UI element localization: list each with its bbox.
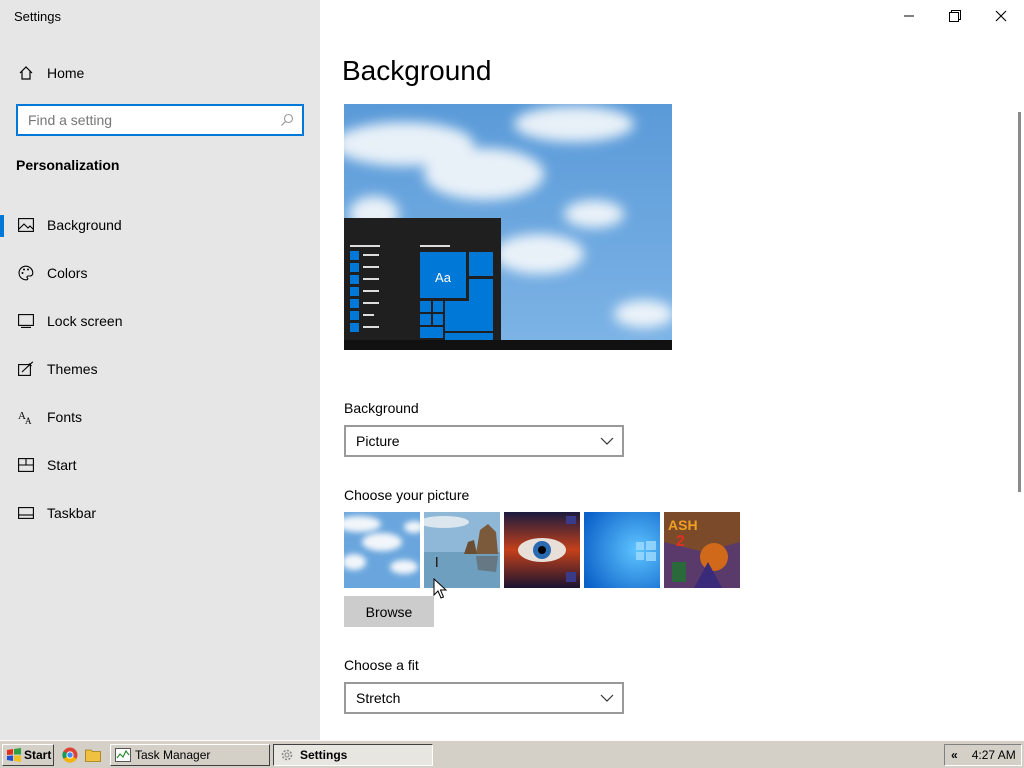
svg-text:A: A [25, 416, 32, 425]
svg-text:2: 2 [676, 533, 685, 550]
windows-flag-icon [7, 748, 21, 762]
picture-thumbnail-clouds[interactable] [344, 512, 420, 588]
choose-picture-label: Choose your picture [344, 487, 470, 503]
chrome-quicklaunch[interactable] [60, 744, 80, 766]
sidebar-item-background[interactable]: Background [0, 205, 320, 245]
background-label: Background [344, 400, 419, 416]
vertical-scrollbar[interactable] [1018, 112, 1021, 492]
tray-expand-icon[interactable]: « [951, 748, 958, 762]
browse-button[interactable]: Browse [344, 596, 434, 627]
gear-icon [281, 749, 293, 761]
sidebar-item-fonts[interactable]: AA Fonts [0, 397, 320, 437]
home-icon [17, 64, 35, 82]
taskbar-icon [17, 504, 35, 522]
search-box[interactable] [16, 104, 304, 136]
minimize-button[interactable] [886, 0, 932, 32]
system-tray: « 4:27 AM [944, 744, 1022, 766]
sidebar-item-label: Lock screen [47, 313, 123, 329]
sidebar-item-themes[interactable]: Themes [0, 349, 320, 389]
desktop-preview: Aa [344, 104, 672, 350]
clock[interactable]: 4:27 AM [972, 748, 1016, 762]
sidebar-item-label: Fonts [47, 409, 83, 425]
section-heading: Personalization [16, 157, 120, 173]
sidebar-item-label: Taskbar [47, 505, 97, 521]
page-title: Background [342, 55, 492, 86]
background-dropdown[interactable]: Picture [344, 425, 624, 457]
picture-thumbnail-windows-blue[interactable] [584, 512, 660, 588]
picture-thumbnail-crash-bandicoot[interactable]: ASH 2 [664, 512, 740, 588]
chevron-down-icon [600, 437, 614, 445]
taskbar: Start Task Manager Settings « 4:27 AM [0, 740, 1024, 768]
lock-screen-icon [17, 312, 35, 330]
choose-fit-label: Choose a fit [344, 657, 419, 673]
restore-button[interactable] [932, 0, 978, 32]
task-label: Settings [300, 748, 348, 762]
sidebar-item-lock-screen[interactable]: Lock screen [0, 301, 320, 341]
window-title: Settings [14, 9, 61, 24]
minimize-icon [904, 15, 914, 17]
picture-thumbnail-beach-rocks[interactable] [424, 512, 500, 588]
sidebar-item-label: Colors [47, 265, 88, 281]
picture-thumbnail-eye-sunset[interactable] [504, 512, 580, 588]
sidebar-item-taskbar[interactable]: Taskbar [0, 493, 320, 533]
background-dropdown-value: Picture [356, 433, 400, 449]
settings-sidebar: Settings Home Personalization Background… [0, 0, 320, 740]
start-icon [17, 456, 35, 474]
close-button[interactable] [978, 0, 1024, 32]
search-input[interactable] [18, 106, 278, 134]
sidebar-item-label: Start [47, 457, 77, 473]
taskbar-button-task-manager[interactable]: Task Manager [110, 744, 270, 766]
picture-icon [17, 216, 35, 234]
fit-dropdown-value: Stretch [356, 690, 401, 706]
palette-icon [17, 264, 35, 282]
preview-tile-text: Aa [435, 270, 452, 285]
themes-icon [17, 360, 35, 378]
sidebar-item-label: Themes [47, 361, 98, 377]
home-label: Home [47, 65, 85, 81]
sidebar-item-start[interactable]: Start [0, 445, 320, 485]
close-icon [995, 10, 1007, 22]
home-nav-item[interactable]: Home [0, 53, 320, 93]
folder-icon [85, 749, 101, 762]
task-label: Task Manager [135, 748, 211, 762]
mouse-cursor-icon [433, 578, 447, 599]
search-icon[interactable] [280, 113, 294, 132]
chrome-icon [62, 747, 78, 763]
restore-icon [949, 10, 961, 22]
fit-dropdown[interactable]: Stretch [344, 682, 624, 714]
explorer-quicklaunch[interactable] [83, 744, 103, 766]
start-button[interactable]: Start [2, 744, 54, 766]
chevron-down-icon [600, 694, 614, 702]
sidebar-item-label: Background [47, 217, 122, 233]
start-label: Start [24, 748, 52, 762]
sidebar-item-colors[interactable]: Colors [0, 253, 320, 293]
task-manager-icon [115, 748, 131, 762]
taskbar-button-settings[interactable]: Settings [273, 744, 433, 766]
fonts-icon: AA [17, 408, 35, 426]
svg-text:ASH: ASH [668, 517, 698, 533]
